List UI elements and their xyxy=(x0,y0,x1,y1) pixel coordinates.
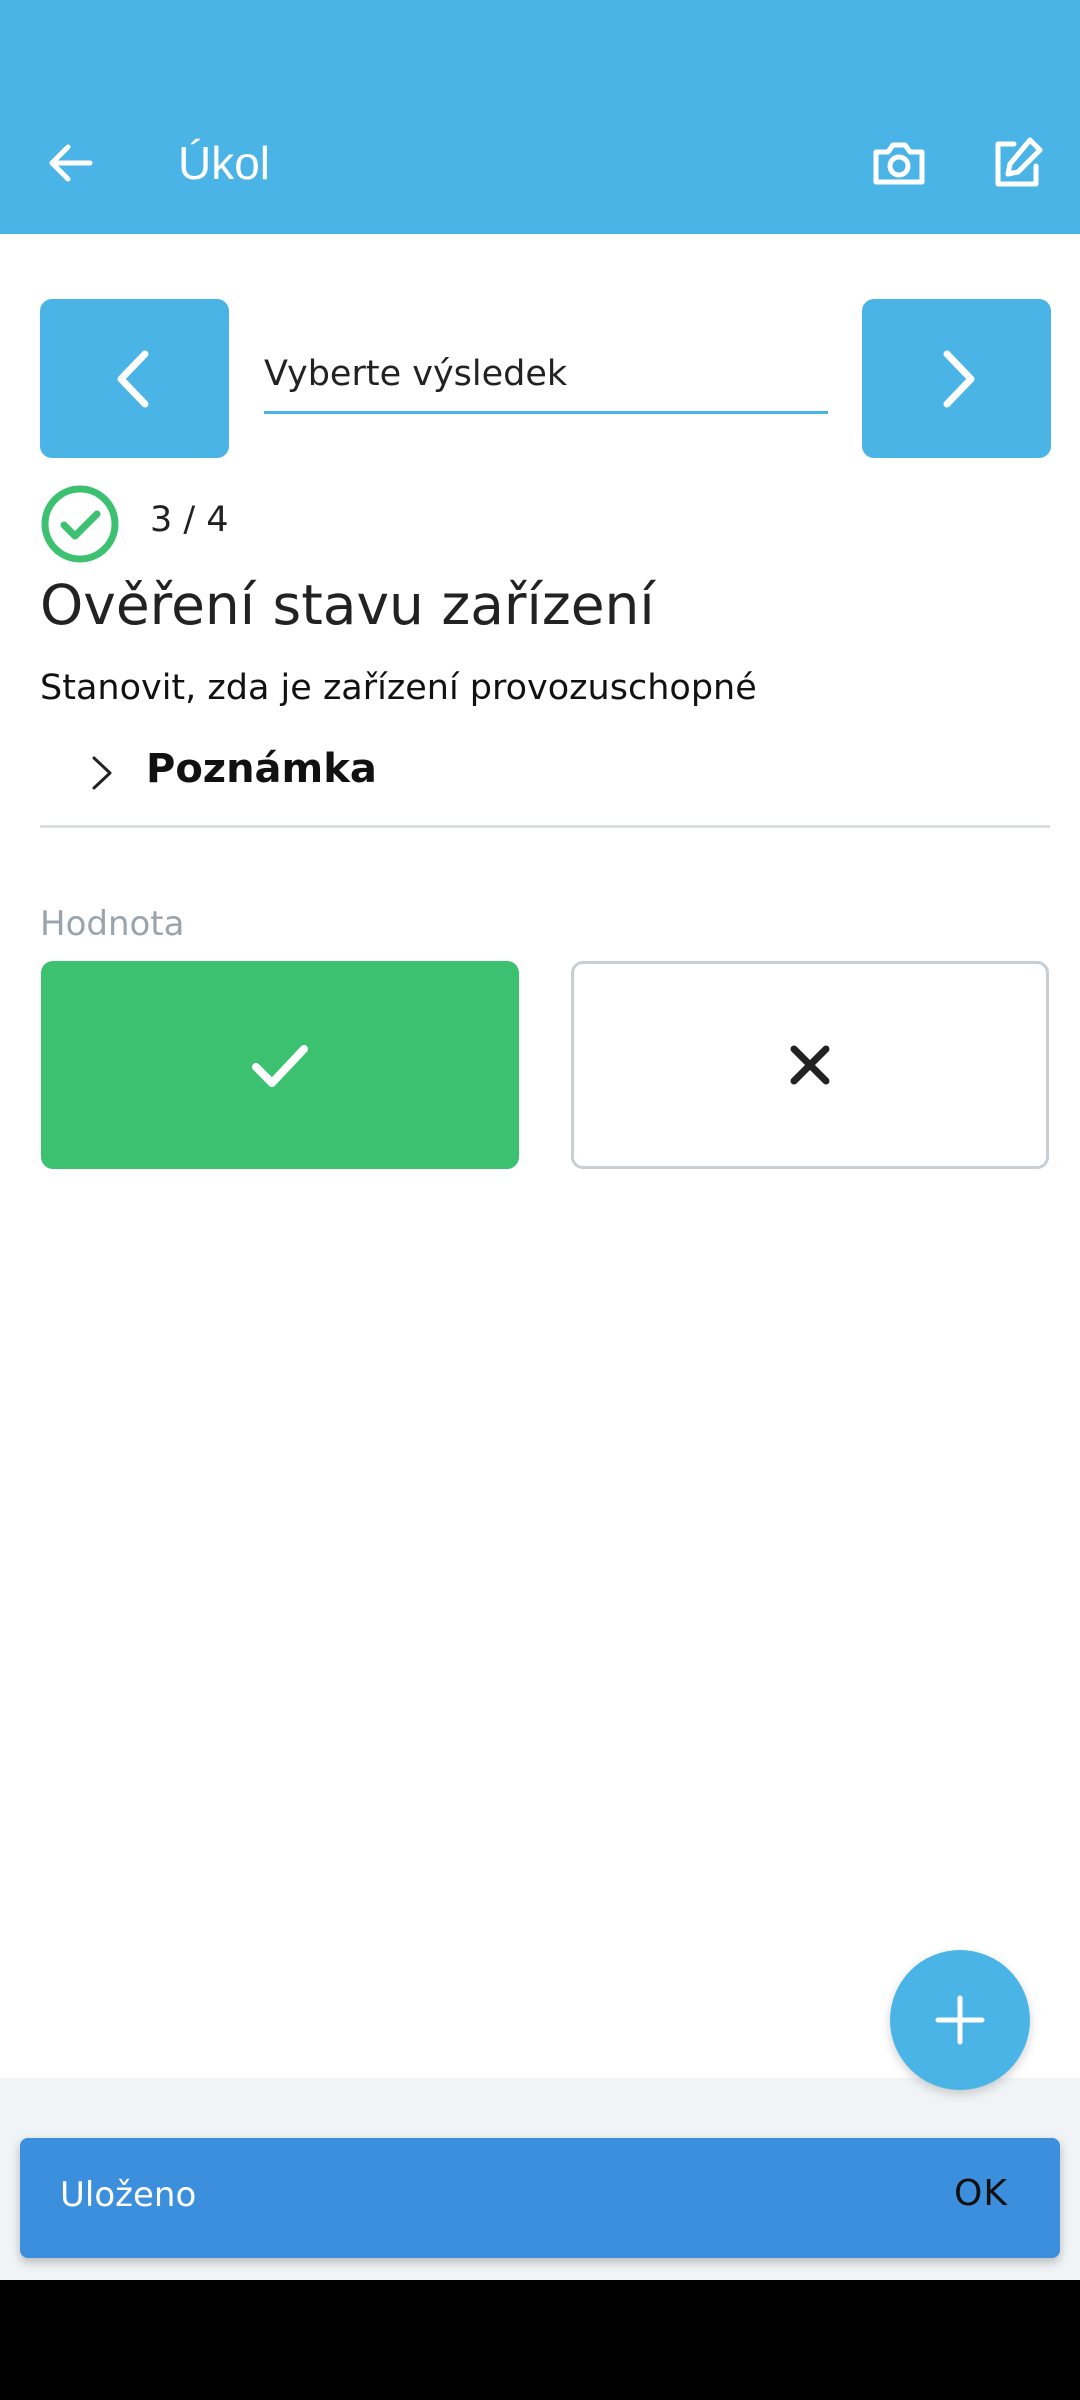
next-task-button[interactable] xyxy=(862,299,1051,458)
page-title: Úkol xyxy=(178,137,271,189)
previous-task-button[interactable] xyxy=(40,299,229,458)
snackbar: Uloženo OK xyxy=(20,2138,1060,2258)
result-select[interactable]: Vyberte výsledek xyxy=(264,336,828,414)
camera-button[interactable] xyxy=(866,130,932,196)
value-yes-button[interactable] xyxy=(41,961,519,1169)
add-button[interactable] xyxy=(890,1950,1030,2090)
note-label: Poznámka xyxy=(146,746,377,792)
snackbar-message: Uloženo xyxy=(60,2175,197,2215)
camera-icon xyxy=(873,142,925,185)
task-description: Stanovit, zda je zařízení provozuschopné xyxy=(40,668,757,708)
edit-icon xyxy=(995,137,1043,187)
chevron-left-icon xyxy=(117,350,148,407)
value-no-button[interactable] xyxy=(571,961,1049,1169)
status-bar xyxy=(0,0,1080,92)
back-button[interactable] xyxy=(38,130,104,196)
chevron-right-icon xyxy=(92,756,112,790)
arrow-left-icon xyxy=(49,144,93,182)
close-icon xyxy=(790,1045,830,1085)
chevron-right-icon xyxy=(943,350,974,407)
value-label: Hodnota xyxy=(40,904,185,944)
app-bar: Úkol xyxy=(0,92,1080,234)
snackbar-ok-button[interactable]: OK xyxy=(954,2173,1008,2214)
edit-button[interactable] xyxy=(984,130,1050,196)
task-progress-counter: 3 / 4 xyxy=(150,500,229,540)
plus-icon xyxy=(935,1995,985,2045)
system-navigation-bar xyxy=(0,2280,1080,2400)
check-icon xyxy=(252,1045,308,1087)
result-select-placeholder: Vyberte výsledek xyxy=(264,354,568,394)
completed-check-icon xyxy=(40,484,120,564)
note-expander[interactable]: Poznámka xyxy=(40,732,1050,828)
task-title: Ověření stavu zařízení xyxy=(40,573,655,637)
